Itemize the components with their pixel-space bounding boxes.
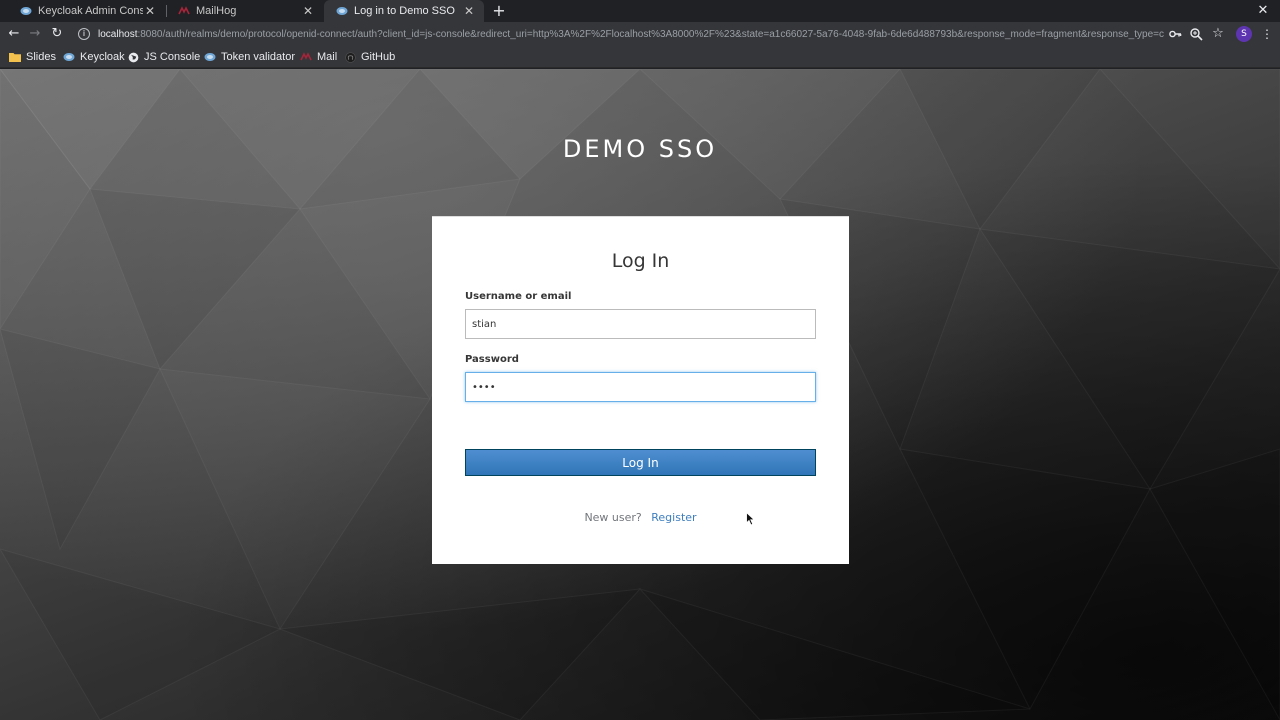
bookmarks-bar: Slides Keycloak JS Console Token validat… [0,46,1280,68]
close-tab-icon[interactable]: ✕ [143,4,157,18]
new-user-text: New user? [584,511,642,524]
bookmark-mail[interactable]: Mail [300,49,337,65]
zoom-icon[interactable] [1189,27,1203,41]
tab-mailhog[interactable]: MailHog ✕ [166,0,323,22]
reload-icon[interactable]: ↻ [48,25,66,43]
keycloak-icon [204,53,216,61]
mouse-cursor-icon [746,512,756,526]
browser-toolbar: ← → ↻ i localhost :8080/auth/realms/demo… [0,22,1280,46]
menu-icon[interactable]: ⋮ [1260,27,1274,41]
login-heading: Log In [611,250,670,272]
keycloak-icon [336,7,348,15]
realm-brand-title: DEMO SSO [562,135,718,163]
bookmark-label: Keycloak [80,51,125,63]
bookmark-label: Slides [26,51,56,63]
username-input[interactable] [465,309,816,339]
key-icon[interactable] [1168,27,1182,41]
bookmark-slides[interactable]: Slides [9,49,56,65]
close-tab-icon[interactable]: ✕ [301,4,315,18]
password-input[interactable] [465,372,816,402]
username-label: Username or email [465,291,572,302]
star-icon[interactable]: ☆ [1211,27,1225,41]
tab-title: MailHog [196,5,237,17]
mailhog-icon [178,6,190,15]
password-label: Password [465,354,519,365]
keycloak-icon [63,53,75,61]
address-bar[interactable]: i localhost :8080/auth/realms/demo/proto… [74,24,1164,44]
keycloak-icon [20,7,32,15]
tab-keycloak-admin-console[interactable]: Keycloak Admin Console ✕ [8,0,165,22]
bookmark-token-validator[interactable]: Token validator [204,49,295,65]
bookmark-js-console[interactable]: JS Console [128,49,200,65]
close-tab-icon[interactable]: ✕ [462,4,476,18]
new-tab-button[interactable]: + [490,1,508,21]
info-icon[interactable]: i [78,28,90,40]
register-link[interactable]: Register [651,511,696,524]
close-window-icon[interactable]: ✕ [1256,2,1270,20]
forward-arrow-icon[interactable]: → [26,25,44,43]
tab-title: Log in to Demo SSO [354,5,455,17]
login-card: Log In Username or email Password Log In… [432,216,849,564]
github-icon [345,51,356,63]
url-path: :8080/auth/realms/demo/protocol/openid-c… [137,28,1164,40]
profile-avatar[interactable]: S [1236,26,1252,42]
tab-title: Keycloak Admin Console [38,5,143,17]
globe-icon [128,52,139,62]
tab-strip: Keycloak Admin Console ✕ MailHog ✕ Log i… [0,0,1280,22]
folder-icon [9,53,21,62]
bookmark-label: GitHub [361,51,396,63]
bookmark-label: Mail [317,51,338,63]
bookmark-label: JS Console [144,51,201,63]
login-page-background: DEMO SSO Log In Username or email Passwo… [0,69,1280,720]
back-arrow-icon[interactable]: ← [5,25,23,43]
bookmark-label: Token validator [221,51,295,63]
bookmark-keycloak[interactable]: Keycloak [63,49,125,65]
log-in-button[interactable]: Log In [465,449,816,476]
mailhog-icon [300,52,312,61]
url-host: localhost [98,28,138,40]
tab-log-in-to-demo-sso[interactable]: Log in to Demo SSO ✕ [324,0,484,22]
registration-prompt: New user? Register [432,511,849,524]
bookmark-github[interactable]: GitHub [345,49,395,65]
